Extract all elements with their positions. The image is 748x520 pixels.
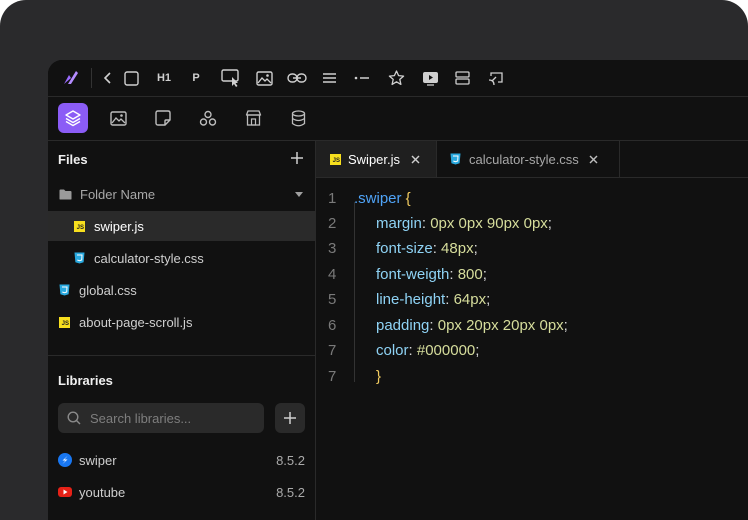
css-value: 48px xyxy=(441,240,474,257)
library-item-swiper[interactable]: swiper 8.5.2 xyxy=(58,450,305,470)
divider xyxy=(48,355,315,356)
square-icon[interactable] xyxy=(122,68,140,88)
panel-switcher xyxy=(48,97,748,141)
files-title: Files xyxy=(58,152,88,167)
css-value: 0px 0px 90px 0px xyxy=(430,215,548,232)
library-search[interactable] xyxy=(58,403,264,433)
image-icon[interactable] xyxy=(103,103,133,133)
tab-calculator-style-css[interactable]: calculator-style.css xyxy=(437,141,620,177)
database-icon[interactable] xyxy=(283,103,313,133)
caret-down-icon[interactable] xyxy=(295,191,303,197)
sticker-icon[interactable] xyxy=(148,103,178,133)
monitor-cursor-icon[interactable] xyxy=(220,68,242,88)
css-value: 800 xyxy=(457,266,483,283)
search-input[interactable] xyxy=(88,409,262,427)
file-name: global.css xyxy=(79,282,137,298)
link-icon[interactable] xyxy=(286,68,308,88)
file-item-about-page-scroll-js[interactable]: JS about-page-scroll.js xyxy=(48,307,315,337)
libraries-title: Libraries xyxy=(58,373,113,388)
back-icon[interactable] xyxy=(100,68,116,88)
css-property: margin xyxy=(376,215,422,232)
file-item-swiper-js[interactable]: JS swiper.js xyxy=(48,211,315,241)
dash-icon[interactable] xyxy=(352,68,372,88)
css-property: line-height xyxy=(376,291,446,308)
file-name: about-page-scroll.js xyxy=(79,314,193,330)
layout-icon[interactable] xyxy=(452,68,472,88)
close-brace: } xyxy=(376,368,382,385)
close-icon[interactable] xyxy=(589,155,598,164)
css-property: font-size xyxy=(376,240,433,257)
js-file-icon: JS xyxy=(74,220,85,232)
cast-icon[interactable] xyxy=(486,68,506,88)
layers-icon[interactable] xyxy=(58,103,88,133)
toolbar: H1 P xyxy=(48,60,748,97)
close-icon[interactable] xyxy=(411,155,420,164)
library-version: 8.5.2 xyxy=(276,484,305,500)
css-file-icon xyxy=(74,252,85,264)
components-icon[interactable] xyxy=(193,103,223,133)
indent-guide xyxy=(354,202,355,382)
star-icon[interactable] xyxy=(386,68,406,88)
css-file-icon xyxy=(59,284,70,296)
add-file-icon[interactable] xyxy=(290,151,304,170)
swiper-logo-icon xyxy=(58,453,72,467)
css-property: color xyxy=(376,342,409,359)
sidebar: Files Folder Name JS swiper.js calculato… xyxy=(48,141,316,520)
file-item-calculator-style-css[interactable]: calculator-style.css xyxy=(48,243,315,273)
line-number: 3 xyxy=(328,240,337,257)
search-icon xyxy=(67,411,81,425)
tab-swiper-js[interactable]: JS Swiper.js xyxy=(316,141,437,177)
add-library-button[interactable] xyxy=(275,403,305,433)
line-number: 2 xyxy=(328,215,337,232)
youtube-logo-icon xyxy=(58,487,72,497)
file-name: calculator-style.css xyxy=(94,250,204,266)
image-icon[interactable] xyxy=(254,68,274,88)
library-name: swiper xyxy=(79,452,117,468)
css-property: font-weigth xyxy=(376,266,450,283)
code-editor: JS Swiper.js calculator-style.css 1 .swi… xyxy=(316,141,748,520)
folder-name: Folder Name xyxy=(80,186,156,202)
file-name: swiper.js xyxy=(94,218,144,234)
store-icon[interactable] xyxy=(238,103,268,133)
file-item-global-css[interactable]: global.css xyxy=(48,275,315,305)
h1-button[interactable]: H1 xyxy=(152,68,176,88)
line-number: 7 xyxy=(328,368,337,385)
app-window: H1 P Files Folder Name JS swiper.js calc… xyxy=(48,60,748,520)
line-number: 1 xyxy=(328,190,337,207)
css-selector: .swiper xyxy=(354,190,402,207)
line-number: 4 xyxy=(328,266,337,283)
open-brace: { xyxy=(401,190,411,207)
line-number: 7 xyxy=(328,342,337,359)
folder-icon xyxy=(59,189,72,200)
align-icon[interactable] xyxy=(320,68,338,88)
line-number: 6 xyxy=(328,317,337,334)
library-name: youtube xyxy=(79,484,126,500)
editor-tabs: JS Swiper.js calculator-style.css xyxy=(316,141,748,178)
js-file-icon: JS xyxy=(59,316,70,328)
toolbar-divider xyxy=(91,68,92,88)
css-property: padding xyxy=(376,317,430,334)
play-icon[interactable] xyxy=(420,68,440,88)
tab-label: Swiper.js xyxy=(348,151,401,167)
folder-row[interactable]: Folder Name xyxy=(48,179,315,209)
line-number: 5 xyxy=(328,291,337,308)
library-version: 8.5.2 xyxy=(276,452,305,468)
js-file-icon: JS xyxy=(330,153,341,165)
logo-icon xyxy=(58,68,82,88)
p-button[interactable]: P xyxy=(188,68,204,88)
css-value: 0px 20px 20px 0px xyxy=(437,317,564,334)
device-frame: H1 P Files Folder Name JS swiper.js calc… xyxy=(0,0,748,520)
library-item-youtube[interactable]: youtube 8.5.2 xyxy=(58,482,305,502)
css-value: 64px xyxy=(453,291,487,308)
tab-label: calculator-style.css xyxy=(469,151,579,167)
css-file-icon xyxy=(450,153,461,165)
css-value: #000000 xyxy=(416,342,476,359)
plus-icon xyxy=(284,412,296,424)
